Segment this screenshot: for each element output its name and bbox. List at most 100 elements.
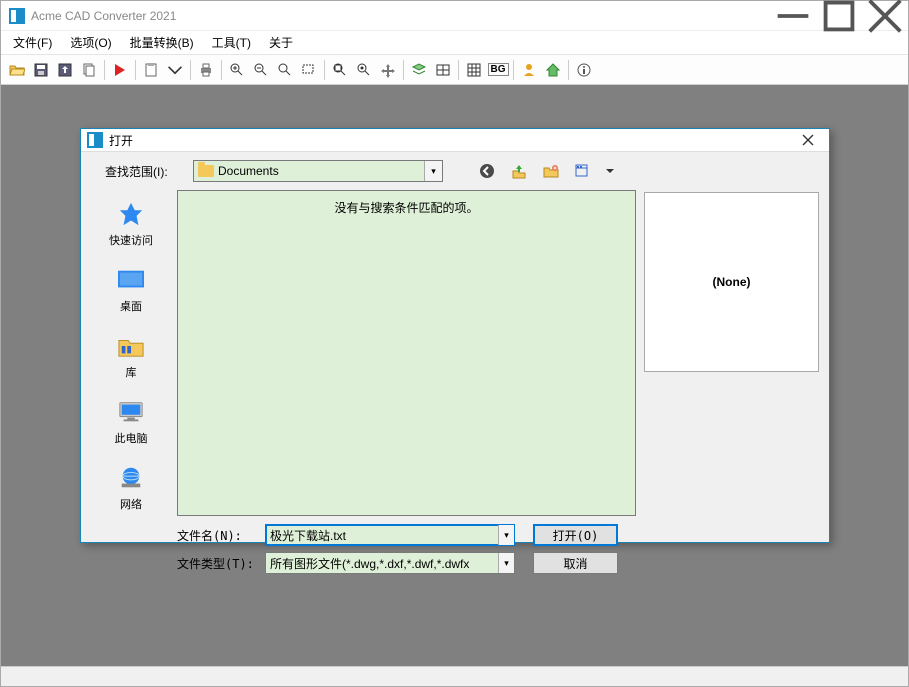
zoom-extents-icon[interactable]	[329, 59, 351, 81]
dialog-close-button[interactable]	[793, 129, 823, 151]
place-label: 快速访问	[109, 232, 153, 248]
zoom-all-icon[interactable]	[353, 59, 375, 81]
toolbar-separator	[221, 60, 222, 80]
run-icon[interactable]	[109, 59, 131, 81]
close-icon	[802, 134, 814, 146]
filename-value: 极光下载站.txt	[270, 527, 498, 544]
save-icon[interactable]	[30, 59, 52, 81]
chevron-down-icon[interactable]: ▾	[498, 553, 514, 573]
filename-row: 文件名(N): 极光下载站.txt ▾ 打开(O)	[177, 524, 636, 546]
zoom-window-icon[interactable]	[298, 59, 320, 81]
filetype-value: 所有图形文件(*.dwg,*.dxf,*.dwf,*.dwfx	[270, 555, 498, 572]
close-button[interactable]	[862, 1, 908, 31]
preview-text: (None)	[713, 275, 751, 289]
export-icon[interactable]	[54, 59, 76, 81]
quick-access-icon	[115, 198, 147, 230]
menu-tools[interactable]: 工具(T)	[206, 32, 257, 53]
toolbar-separator	[458, 60, 459, 80]
toolbar-separator	[135, 60, 136, 80]
window-controls	[770, 1, 908, 31]
menu-batch[interactable]: 批量转换(B)	[124, 32, 200, 53]
toolbar-separator	[104, 60, 105, 80]
dialog-preview-panel: (None)	[644, 160, 819, 574]
maximize-button[interactable]	[816, 1, 862, 31]
toolbar-separator	[513, 60, 514, 80]
titlebar: Acme CAD Converter 2021	[1, 1, 908, 31]
layout-icon[interactable]	[432, 59, 454, 81]
dialog-main: 查找范围(I): Documents ▾ 快速访问	[91, 160, 636, 574]
desktop-icon	[115, 264, 147, 296]
filename-label: 文件名(N):	[177, 527, 257, 544]
place-libraries[interactable]: 库	[96, 326, 166, 384]
copy-icon[interactable]	[78, 59, 100, 81]
libraries-icon	[115, 330, 147, 362]
place-quick-access[interactable]: 快速访问	[96, 194, 166, 252]
network-icon	[115, 462, 147, 494]
dialog-icon	[87, 132, 103, 148]
place-this-pc[interactable]: 此电脑	[96, 392, 166, 450]
view-menu-dropdown[interactable]	[605, 161, 615, 181]
lookin-label: 查找范围(I):	[105, 163, 185, 180]
place-label: 库	[126, 364, 137, 380]
dialog-middle: 快速访问 桌面 库 此电脑	[91, 190, 636, 516]
lookin-row: 查找范围(I): Documents ▾	[91, 160, 636, 182]
place-network[interactable]: 网络	[96, 458, 166, 516]
chevron-down-icon[interactable]: ▾	[424, 161, 442, 181]
pan-icon[interactable]	[377, 59, 399, 81]
open-dialog: 打开 查找范围(I): Documents ▾	[80, 128, 830, 543]
info-icon[interactable]	[573, 59, 595, 81]
file-list[interactable]: 没有与搜索条件匹配的项。	[177, 190, 636, 516]
cancel-button[interactable]: 取消	[533, 552, 618, 574]
app-icon	[9, 8, 25, 24]
layers-icon[interactable]	[408, 59, 430, 81]
places-bar: 快速访问 桌面 库 此电脑	[91, 190, 171, 516]
view-menu-button[interactable]	[573, 161, 593, 181]
this-pc-icon	[115, 396, 147, 428]
open-button[interactable]: 打开(O)	[533, 524, 618, 546]
clipboard-icon[interactable]	[140, 59, 162, 81]
zoom-fit-icon[interactable]	[274, 59, 296, 81]
folder-icon	[198, 165, 214, 177]
dialog-body: 查找范围(I): Documents ▾ 快速访问	[81, 152, 829, 584]
new-folder-button[interactable]	[541, 161, 561, 181]
menu-about[interactable]: 关于	[263, 32, 299, 53]
back-button[interactable]	[477, 161, 497, 181]
empty-message: 没有与搜索条件匹配的项。	[334, 199, 478, 216]
menubar: 文件(F) 选项(O) 批量转换(B) 工具(T) 关于	[1, 31, 908, 55]
toolbar-separator	[324, 60, 325, 80]
zoom-out-icon[interactable]	[250, 59, 272, 81]
home-icon[interactable]	[542, 59, 564, 81]
filetype-label: 文件类型(T):	[177, 555, 257, 572]
bg-toggle[interactable]: BG	[487, 59, 509, 81]
dialog-titlebar: 打开	[81, 129, 829, 152]
zoom-in-icon[interactable]	[226, 59, 248, 81]
toolbar-separator	[568, 60, 569, 80]
place-label: 此电脑	[115, 430, 148, 446]
open-icon[interactable]	[6, 59, 28, 81]
place-label: 桌面	[120, 298, 142, 314]
up-button[interactable]	[509, 161, 529, 181]
toolbar-separator	[190, 60, 191, 80]
menu-file[interactable]: 文件(F)	[7, 32, 58, 53]
app-title: Acme CAD Converter 2021	[31, 9, 770, 23]
menu-options[interactable]: 选项(O)	[64, 32, 117, 53]
minimize-button[interactable]	[770, 1, 816, 31]
dropdown-icon[interactable]	[164, 59, 186, 81]
filetype-combo[interactable]: 所有图形文件(*.dwg,*.dxf,*.dwf,*.dwfx ▾	[265, 552, 515, 574]
filetype-row: 文件类型(T): 所有图形文件(*.dwg,*.dxf,*.dwf,*.dwfx…	[177, 552, 636, 574]
lookin-combo[interactable]: Documents ▾	[193, 160, 443, 182]
place-label: 网络	[120, 496, 142, 512]
dialog-title: 打开	[109, 132, 793, 149]
lookin-value: Documents	[218, 164, 424, 178]
print-icon[interactable]	[195, 59, 217, 81]
user-icon[interactable]	[518, 59, 540, 81]
place-desktop[interactable]: 桌面	[96, 260, 166, 318]
chevron-down-icon[interactable]: ▾	[498, 525, 514, 545]
dialog-bottom: 文件名(N): 极光下载站.txt ▾ 打开(O) 文件类型(T): 所有图形文…	[91, 516, 636, 574]
toolbar-separator	[403, 60, 404, 80]
statusbar	[1, 666, 908, 686]
preview-box: (None)	[644, 192, 819, 372]
toolbar: BG	[1, 55, 908, 85]
filename-input[interactable]: 极光下载站.txt ▾	[265, 524, 515, 546]
grid-icon[interactable]	[463, 59, 485, 81]
